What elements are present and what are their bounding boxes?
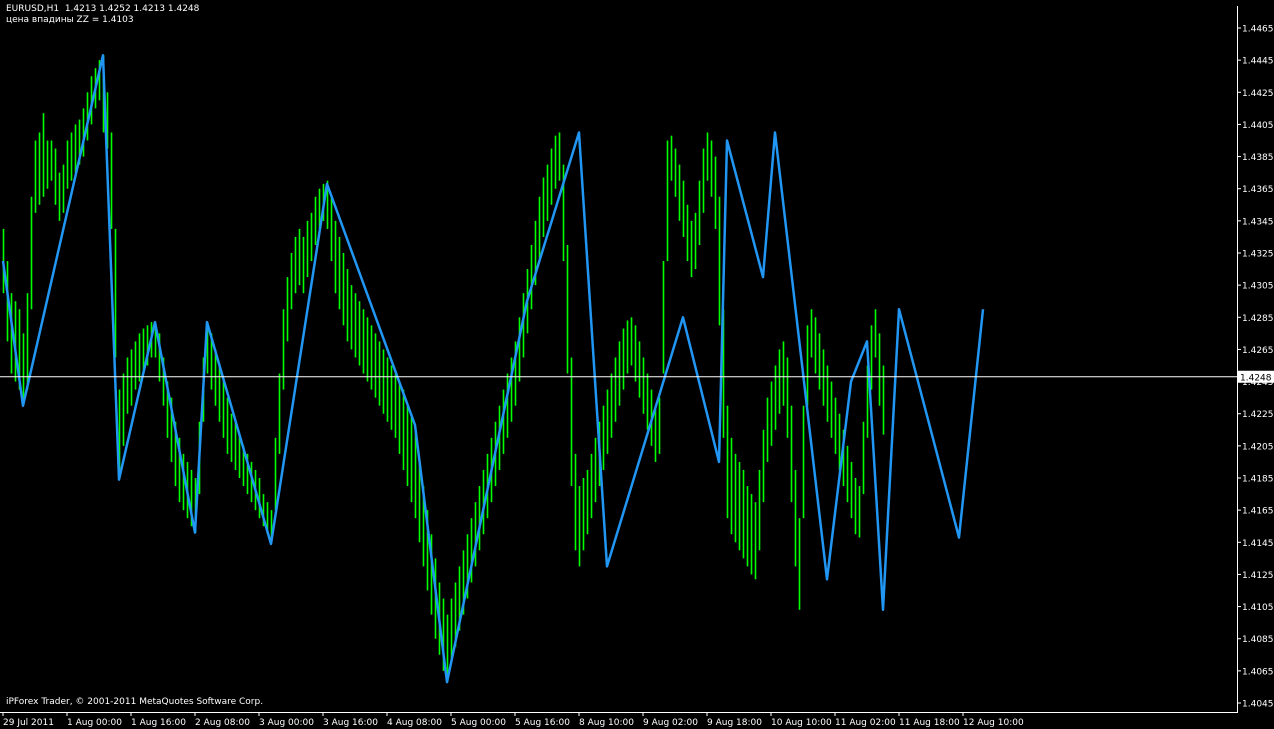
x-tick-label: 3 Aug 16:00 bbox=[323, 718, 378, 728]
y-tick-label: 1.4125 bbox=[1242, 571, 1274, 581]
x-tick-label: 8 Aug 10:00 bbox=[579, 718, 634, 728]
price-axis: 1.4465 1.4445 1.4425 1.4405 1.4385 1.4365 1.43… bbox=[1237, 25, 1274, 710]
x-tick-label: 10 Aug 10:00 bbox=[771, 718, 832, 728]
y-tick-label: 1.4345 bbox=[1242, 217, 1274, 227]
x-tick-label: 2 Aug 08:00 bbox=[195, 718, 250, 728]
y-tick-label: 1.4405 bbox=[1242, 121, 1274, 131]
x-tick-label: 29 Jul 2011 bbox=[3, 718, 54, 728]
x-tick-label: 9 Aug 18:00 bbox=[707, 718, 762, 728]
y-tick-label: 1.4145 bbox=[1242, 539, 1274, 549]
x-tick-label: 1 Aug 00:00 bbox=[67, 718, 122, 728]
y-tick-label: 1.4205 bbox=[1242, 442, 1274, 452]
x-tick-label: 1 Aug 16:00 bbox=[131, 718, 186, 728]
symbol-info: EURUSD,H1 1.4213 1.4252 1.4213 1.4248 bbox=[6, 4, 200, 14]
y-tick-label: 1.4045 bbox=[1242, 700, 1274, 710]
current-price-label-text: 1.4248 bbox=[1240, 373, 1272, 383]
y-tick-label: 1.4225 bbox=[1242, 410, 1274, 420]
y-tick-label: 1.4325 bbox=[1242, 250, 1274, 260]
y-tick-label: 1.4085 bbox=[1242, 635, 1274, 645]
x-tick-label: 9 Aug 02:00 bbox=[643, 718, 698, 728]
y-tick-label: 1.4445 bbox=[1242, 57, 1274, 67]
y-tick-label: 1.4185 bbox=[1242, 475, 1274, 485]
y-tick-label: 1.4285 bbox=[1242, 314, 1274, 324]
zigzag-indicator-line bbox=[1, 54, 985, 684]
y-tick-label: 1.4105 bbox=[1242, 603, 1274, 613]
current-price-label: 1.4248 bbox=[1238, 370, 1274, 383]
x-tick-label: 5 Aug 00:00 bbox=[451, 718, 506, 728]
price-chart[interactable]: 1.4465 1.4445 1.4425 1.4405 1.4385 1.4365 1.43… bbox=[0, 0, 1274, 729]
y-tick-label: 1.4385 bbox=[1242, 153, 1274, 163]
copyright-text: iPForex Trader, © 2001-2011 MetaQuotes S… bbox=[6, 697, 264, 707]
y-tick-label: 1.4305 bbox=[1242, 282, 1274, 292]
x-tick-label: 3 Aug 00:00 bbox=[259, 718, 314, 728]
y-tick-label: 1.4165 bbox=[1242, 507, 1274, 517]
y-tick-label: 1.4425 bbox=[1242, 89, 1274, 99]
indicator-info: цена впадины ZZ = 1.4103 bbox=[6, 15, 134, 25]
y-tick-label: 1.4465 bbox=[1242, 25, 1274, 35]
y-tick-label: 1.4365 bbox=[1242, 185, 1274, 195]
x-tick-label: 12 Aug 10:00 bbox=[963, 718, 1024, 728]
x-tick-label: 4 Aug 08:00 bbox=[387, 718, 442, 728]
x-tick-label: 5 Aug 16:00 bbox=[515, 718, 570, 728]
y-tick-label: 1.4265 bbox=[1242, 346, 1274, 356]
x-tick-label: 11 Aug 18:00 bbox=[899, 718, 960, 728]
y-tick-label: 1.4065 bbox=[1242, 667, 1274, 677]
x-tick-label: 11 Aug 02:00 bbox=[835, 718, 896, 728]
bar-series bbox=[2, 55, 885, 683]
time-axis: 29 Jul 2011 1 Aug 00:00 1 Aug 16:00 2 Aug 0… bbox=[2, 712, 1024, 728]
